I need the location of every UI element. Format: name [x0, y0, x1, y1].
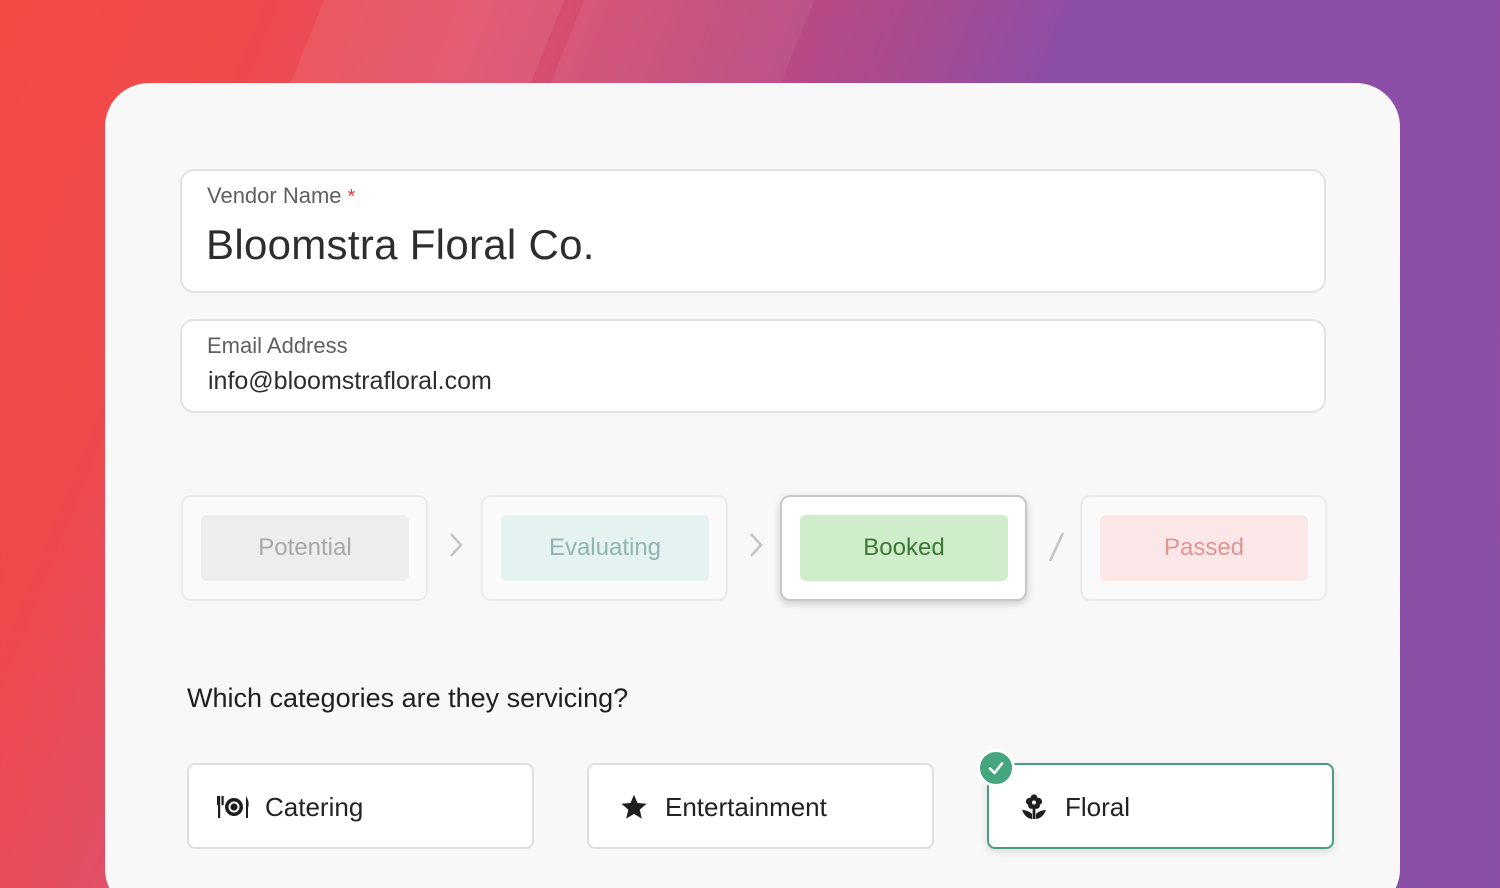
category-label: Entertainment: [665, 792, 827, 822]
flower-icon: [1017, 791, 1051, 823]
email-field[interactable]: Email Address info@bloomstrafloral.com: [180, 319, 1326, 413]
required-indicator: *: [347, 186, 356, 208]
category-entertainment[interactable]: Entertainment: [587, 763, 934, 849]
vendor-name-label: Vendor Name *: [207, 183, 356, 208]
vendor-form-card: Vendor Name * Bloomstra Floral Co. Email …: [105, 83, 1400, 888]
email-value[interactable]: info@bloomstrafloral.com: [208, 367, 492, 396]
slash-divider-icon: [1041, 530, 1071, 572]
chevron-right-icon: [741, 530, 771, 568]
vendor-name-field[interactable]: Vendor Name * Bloomstra Floral Co.: [180, 169, 1326, 293]
status-option-potential[interactable]: Potential: [181, 495, 428, 601]
status-option-evaluating[interactable]: Evaluating: [481, 495, 728, 601]
email-label: Email Address: [207, 333, 348, 358]
categories-question: Which categories are they servicing?: [187, 683, 629, 713]
category-catering[interactable]: Catering: [187, 763, 534, 849]
utensils-plate-icon: [217, 791, 251, 823]
category-label: Floral: [1065, 792, 1131, 822]
status-option-booked[interactable]: Booked: [780, 495, 1027, 601]
star-icon: [617, 791, 651, 823]
status-option-passed[interactable]: Passed: [1080, 495, 1327, 601]
category-label: Catering: [265, 792, 364, 822]
status-pill-booked: Booked: [800, 515, 1008, 581]
chevron-right-icon: [441, 530, 471, 568]
status-pill-potential: Potential: [201, 515, 409, 581]
status-pill-evaluating: Evaluating: [501, 515, 709, 581]
status-pill-passed: Passed: [1100, 515, 1308, 581]
checkmark-icon: [977, 749, 1015, 787]
category-floral[interactable]: Floral: [977, 749, 1334, 849]
vendor-name-value[interactable]: Bloomstra Floral Co.: [206, 221, 595, 269]
